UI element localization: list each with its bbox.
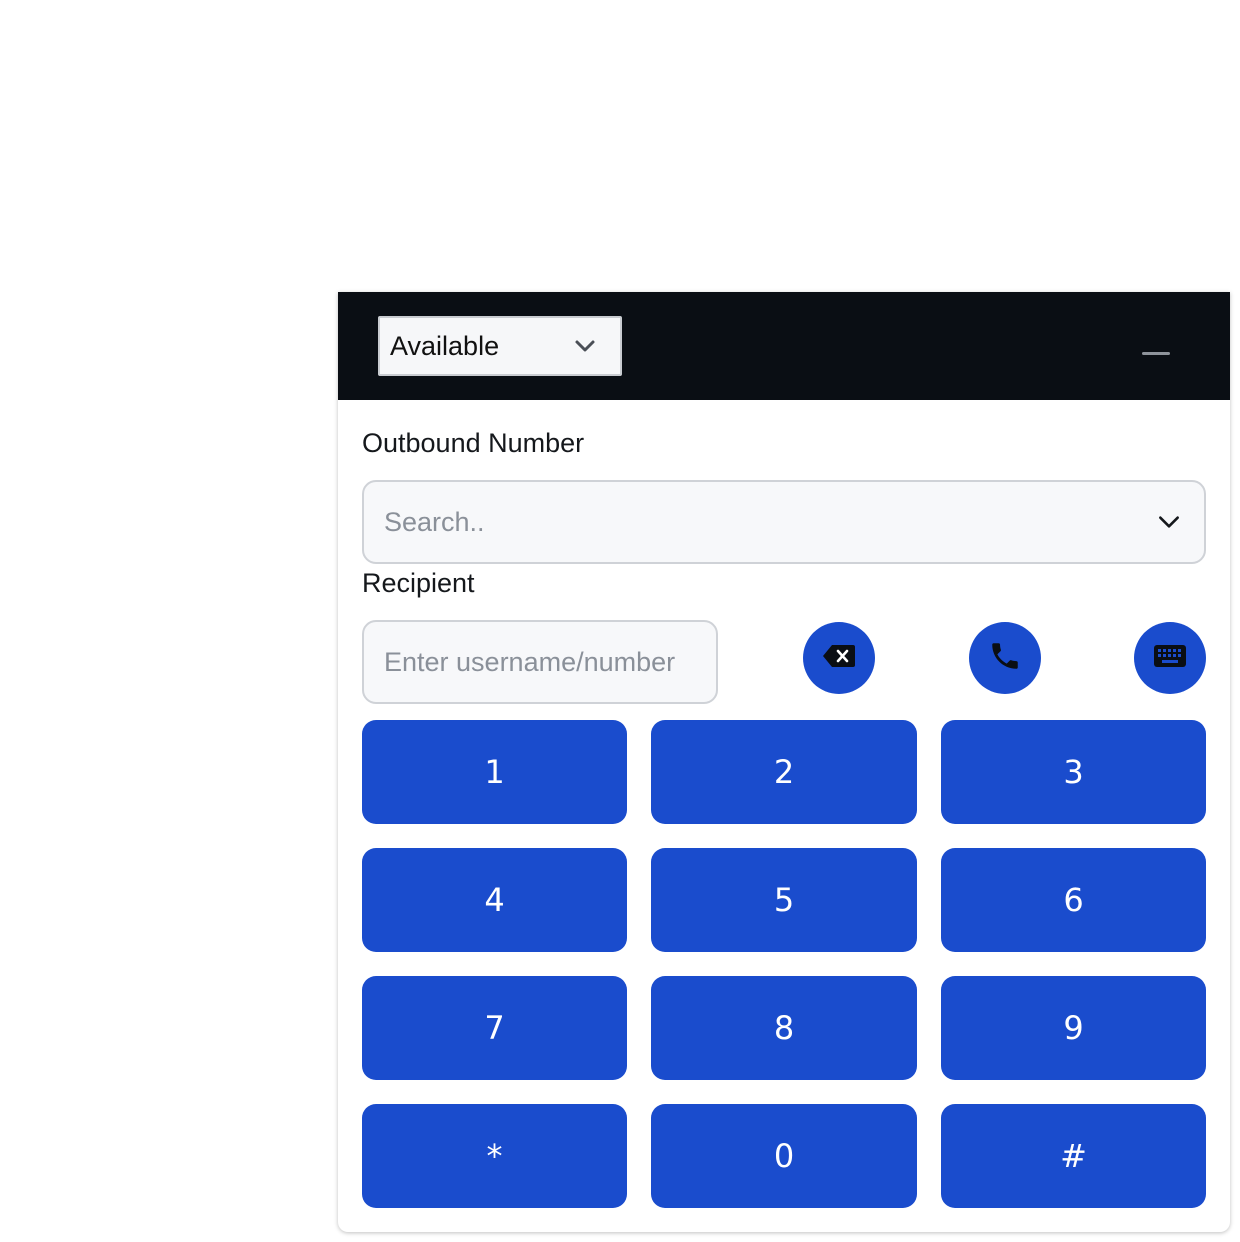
keyboard-button[interactable] xyxy=(1134,622,1206,694)
keypad-key-2[interactable]: 2 xyxy=(651,720,917,824)
phone-icon xyxy=(988,639,1022,678)
outbound-number-select[interactable]: Search.. xyxy=(362,480,1206,564)
keypad-key-0[interactable]: 0 xyxy=(651,1104,917,1208)
call-button[interactable] xyxy=(969,622,1041,694)
outbound-number-label: Outbound Number xyxy=(362,428,585,458)
keypad-key-hash[interactable]: # xyxy=(941,1104,1206,1208)
keypad-key-3[interactable]: 3 xyxy=(941,720,1206,824)
chevron-down-icon xyxy=(1154,507,1184,537)
keypad-key-7[interactable]: 7 xyxy=(362,976,627,1080)
keypad: 1 2 3 4 5 6 7 8 9 * 0 # xyxy=(362,720,1206,1208)
minimize-icon xyxy=(1142,351,1170,355)
backspace-icon xyxy=(821,643,857,674)
status-select[interactable]: Available xyxy=(378,316,622,376)
recipient-input[interactable] xyxy=(362,620,718,704)
page: Available Outbound Number Search.. Recip… xyxy=(0,0,1240,1242)
keypad-key-8[interactable]: 8 xyxy=(651,976,917,1080)
keypad-key-1[interactable]: 1 xyxy=(362,720,627,824)
keyboard-icon xyxy=(1153,644,1187,673)
keypad-key-5[interactable]: 5 xyxy=(651,848,917,952)
keypad-key-9[interactable]: 9 xyxy=(941,976,1206,1080)
recipient-label: Recipient xyxy=(362,568,475,598)
dialer-panel: Available Outbound Number Search.. Recip… xyxy=(338,292,1230,1232)
keypad-key-6[interactable]: 6 xyxy=(941,848,1206,952)
keypad-key-4[interactable]: 4 xyxy=(362,848,627,952)
dialer-header: Available xyxy=(338,292,1230,400)
chevron-down-icon xyxy=(572,333,598,359)
status-value: Available xyxy=(390,330,500,361)
backspace-button[interactable] xyxy=(803,622,875,694)
outbound-search-placeholder: Search.. xyxy=(384,506,485,537)
minimize-button[interactable] xyxy=(1134,338,1178,368)
keypad-key-star[interactable]: * xyxy=(362,1104,627,1208)
